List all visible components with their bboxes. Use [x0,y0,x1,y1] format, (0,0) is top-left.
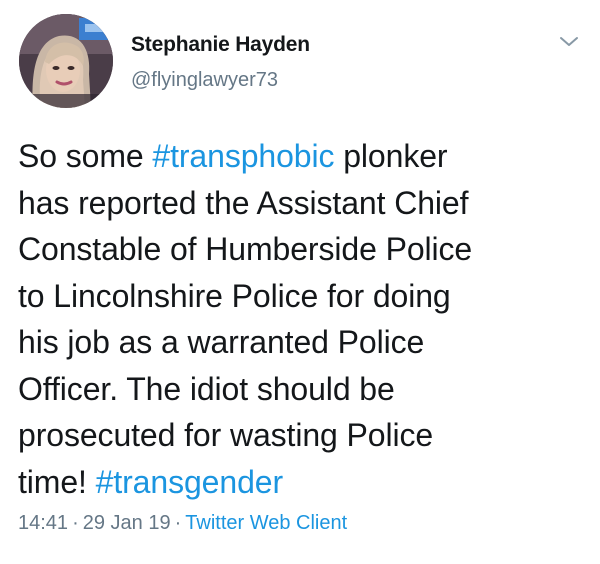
tweet-text: So some #transphobic plonker has reported… [18,133,588,505]
tweet-text-segment: Constable of Humberside Police [18,231,473,267]
tweet-text-line: Constable of Humberside Police [18,226,588,273]
tweet-text-segment: time! [18,463,96,500]
meta-separator: · [174,512,182,534]
tweet-time[interactable]: 14:41 [18,512,68,534]
tweet-text-segment: has reported the Assistant Chief [18,184,469,221]
tweet-text-segment: So some [18,138,153,174]
avatar-photo [19,14,113,108]
tweet-text-segment: to Lincolnshire Police for doing [18,277,451,314]
tweet-text-segment: Officer. The idiot should be [18,370,395,407]
author-handle[interactable]: @flyinglawyer73 [131,69,278,92]
tweet-text-line: Officer. The idiot should be [18,366,588,413]
tweet-text-segment: his job as a warranted Police [18,324,425,360]
tweet-date[interactable]: 29 Jan 19 [83,512,171,534]
meta-separator: · [72,512,79,534]
chevron-down-icon[interactable] [558,34,580,50]
tweet-text-segment: plonker [334,138,448,174]
tweet-text-segment: prosecuted for wasting Police [18,417,434,453]
tweet-text-line: to Lincolnshire Police for doing [18,273,588,320]
author-name[interactable]: Stephanie Hayden [131,33,310,57]
hashtag-link[interactable]: #transgender [96,464,283,500]
tweet-text-line: has reported the Assistant Chief [18,180,588,227]
avatar[interactable] [19,14,113,108]
tweet-source-link[interactable]: Twitter Web Client [185,512,347,534]
tweet-card: Stephanie Hayden @flyinglawyer73 So some… [0,0,600,564]
hashtag-link[interactable]: #transphobic [152,138,334,174]
tweet-text-line: So some #transphobic plonker [18,133,588,180]
tweet-text-line: time! #transgender [18,459,588,506]
tweet-metadata: 14:41 · 29 Jan 19 · Twitter Web Client [18,512,347,535]
tweet-text-line: his job as a warranted Police [18,319,588,366]
tweet-text-line: prosecuted for wasting Police [18,412,588,459]
